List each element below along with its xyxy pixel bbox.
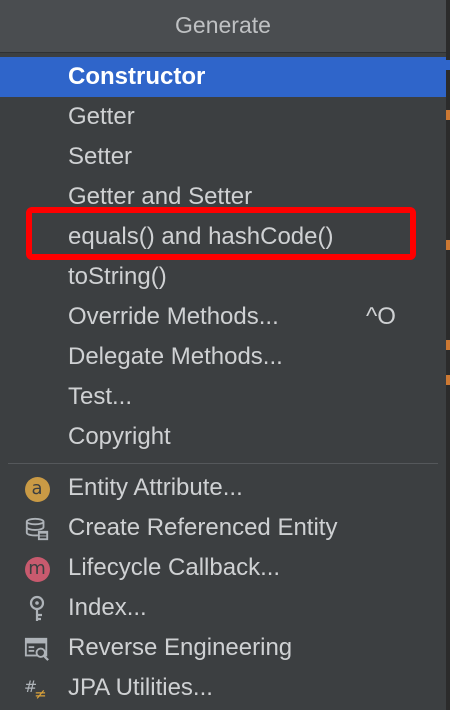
- generate-popup: Generate Constructor Getter Setter Gette…: [0, 0, 446, 710]
- menu-item-constructor[interactable]: Constructor: [0, 57, 446, 97]
- lifecycle-callback-icon: m: [24, 556, 50, 582]
- menu-item-jpa-utilities[interactable]: # ≠ JPA Utilities...: [0, 668, 446, 708]
- menu-item-reverse-engineering[interactable]: Reverse Engineering: [0, 628, 446, 668]
- menu-item-setter[interactable]: Setter: [0, 137, 446, 177]
- shortcut-label: ^O: [366, 303, 396, 330]
- jpa-utilities-icon: # ≠: [24, 676, 50, 703]
- menu-item-label: Reverse Engineering: [68, 634, 293, 661]
- key-index-icon: [24, 595, 50, 622]
- menu-item-copyright[interactable]: Copyright: [0, 417, 446, 457]
- menu-item-getter[interactable]: Getter: [0, 97, 446, 137]
- popup-title: Generate: [0, 0, 446, 53]
- entity-attribute-icon-letter: a: [24, 476, 50, 502]
- generate-menu: Constructor Getter Setter Getter and Set…: [0, 57, 446, 708]
- menu-item-label: Entity Attribute...: [68, 474, 243, 501]
- reverse-engineering-icon: [24, 636, 50, 662]
- menu-item-label: Lifecycle Callback...: [68, 554, 281, 581]
- editor-edge: [446, 0, 450, 710]
- menu-item-delegate-methods[interactable]: Delegate Methods...: [0, 337, 446, 377]
- entity-attribute-icon: a: [24, 476, 50, 502]
- menu-item-create-referenced-entity[interactable]: Create Referenced Entity: [0, 508, 446, 548]
- menu-item-lifecycle-callback[interactable]: m Lifecycle Callback...: [0, 548, 446, 588]
- database-entity-icon: [24, 516, 50, 542]
- menu-separator: [8, 463, 438, 464]
- menu-item-getter-and-setter[interactable]: Getter and Setter: [0, 177, 446, 217]
- menu-item-test[interactable]: Test...: [0, 377, 446, 417]
- lifecycle-callback-icon-letter: m: [24, 556, 50, 582]
- menu-item-index[interactable]: Index...: [0, 588, 446, 628]
- svg-text:≠: ≠: [34, 685, 46, 703]
- menu-item-equals-hashcode[interactable]: equals() and hashCode(): [0, 217, 446, 257]
- menu-item-override-methods[interactable]: Override Methods... ^O: [0, 297, 446, 337]
- menu-item-label: Index...: [68, 594, 147, 621]
- menu-item-entity-attribute[interactable]: a Entity Attribute...: [0, 468, 446, 508]
- menu-item-tostring[interactable]: toString(): [0, 257, 446, 297]
- menu-item-label: Override Methods...: [68, 303, 279, 330]
- menu-item-label: JPA Utilities...: [68, 674, 213, 701]
- menu-item-label: Create Referenced Entity: [68, 514, 338, 541]
